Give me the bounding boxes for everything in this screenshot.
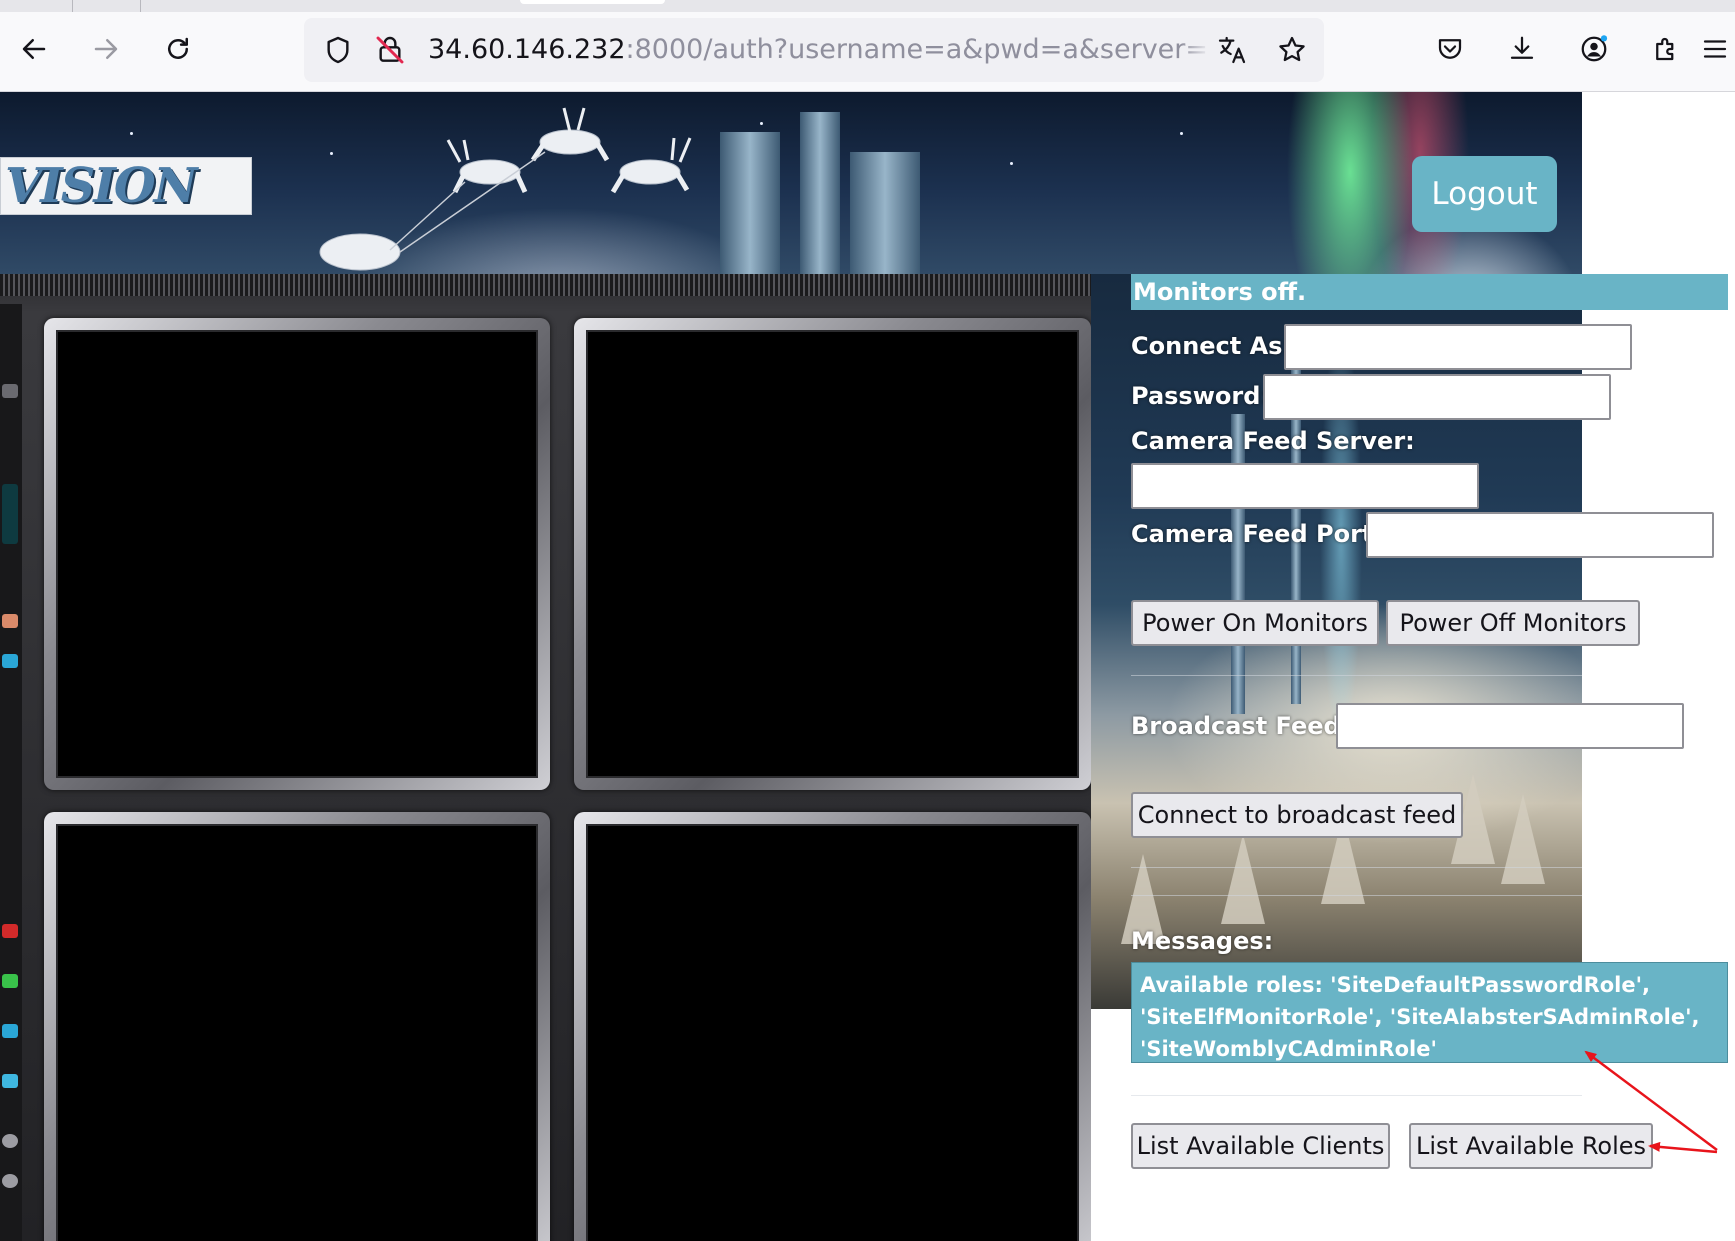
- monitor-screen-1: [44, 318, 550, 790]
- url-text[interactable]: 34.60.146.232:8000/auth?username=a&pwd=a…: [428, 33, 1208, 67]
- side-knob: [2, 1134, 18, 1148]
- shield-icon[interactable]: [322, 34, 354, 66]
- menu-icon: [1703, 40, 1727, 58]
- list-available-clients-button[interactable]: List Available Clients: [1131, 1123, 1390, 1169]
- camera-feed-server-label: Camera Feed Server:: [1131, 427, 1415, 455]
- menu-button[interactable]: [1700, 27, 1735, 71]
- side-button: [2, 924, 18, 938]
- futuristic-tower: [720, 132, 780, 274]
- side-button: [2, 974, 18, 988]
- side-button: [2, 654, 18, 668]
- monitor-display: [56, 824, 538, 1241]
- reload-button[interactable]: [156, 27, 200, 71]
- account-icon: [1581, 35, 1608, 62]
- connect-as-input[interactable]: [1284, 324, 1632, 370]
- camera-feed-server-input[interactable]: [1131, 463, 1479, 509]
- section-divider: [1131, 867, 1582, 868]
- site-logo: VISION: [0, 157, 252, 215]
- reindeer-sleigh-illustration: [319, 107, 692, 271]
- camera-feed-port-input[interactable]: [1366, 512, 1714, 558]
- url-path: :8000/auth?username=a&pwd=a&server=a: [625, 34, 1208, 65]
- broadcast-feed-label: Broadcast Feed:: [1131, 712, 1351, 740]
- logo-text: VISION: [5, 158, 197, 214]
- star: [760, 122, 763, 125]
- active-tab-indicator[interactable]: [520, 0, 665, 4]
- tab-strip: [0, 0, 1735, 12]
- spire: [1231, 414, 1245, 714]
- url-host: 34.60.146.232: [428, 34, 626, 65]
- monitor-display: [586, 330, 1079, 778]
- extensions-icon: [1656, 37, 1674, 61]
- logout-button[interactable]: Logout: [1412, 156, 1557, 232]
- list-available-roles-button[interactable]: List Available Roles: [1409, 1123, 1653, 1169]
- connect-broadcast-feed-button[interactable]: Connect to broadcast feed: [1131, 792, 1463, 838]
- side-knob: [2, 1174, 18, 1188]
- translate-icon[interactable]: [1216, 34, 1248, 66]
- section-divider: [1131, 675, 1582, 676]
- snowy-tree: [1501, 794, 1545, 884]
- monitor-wall: [0, 274, 1091, 1241]
- url-bar[interactable]: 34.60.146.232:8000/auth?username=a&pwd=a…: [304, 18, 1324, 82]
- control-strip: [0, 304, 22, 1241]
- broadcast-feed-input[interactable]: [1336, 703, 1684, 749]
- connect-as-label: Connect As:: [1131, 332, 1293, 360]
- reload-icon: [168, 37, 188, 59]
- monitor-screen-3: [44, 812, 550, 1241]
- url-fade: [1180, 39, 1210, 73]
- download-icon: [1510, 36, 1534, 59]
- pocket-icon: [1438, 39, 1462, 59]
- futuristic-tower: [800, 112, 840, 274]
- camera-feed-port-label: Camera Feed Port:: [1131, 520, 1383, 548]
- side-button: [2, 1024, 18, 1038]
- monitor-status-bar: Monitors off.: [1131, 274, 1728, 310]
- header-banner: VISION Logout: [0, 92, 1582, 274]
- snowy-tree: [1221, 834, 1265, 924]
- downloads-button[interactable]: [1500, 27, 1544, 71]
- side-button: [2, 1074, 18, 1088]
- forward-arrow-icon: [94, 39, 118, 59]
- section-divider: [1131, 895, 1582, 896]
- pocket-button[interactable]: [1428, 27, 1472, 71]
- navigation-toolbar: 34.60.146.232:8000/auth?username=a&pwd=a…: [0, 12, 1735, 92]
- account-button[interactable]: [1572, 27, 1616, 71]
- monitor-display: [56, 330, 538, 778]
- password-input[interactable]: [1263, 374, 1611, 420]
- extensions-button[interactable]: [1644, 27, 1688, 71]
- monitor-screen-4: [574, 812, 1091, 1241]
- section-divider: [1131, 1095, 1582, 1096]
- forward-button[interactable]: [84, 27, 128, 71]
- insecure-lock-icon[interactable]: [374, 34, 406, 66]
- futuristic-tower: [850, 152, 920, 274]
- monitor-screen-2: [574, 318, 1091, 790]
- star: [130, 132, 133, 135]
- star: [1010, 162, 1013, 165]
- tab-separator: [140, 0, 141, 12]
- side-display: [2, 484, 18, 544]
- power-on-monitors-button[interactable]: Power On Monitors: [1131, 600, 1379, 646]
- tab-separator: [72, 0, 73, 12]
- side-button: [2, 614, 18, 628]
- bookmark-star-icon[interactable]: [1276, 34, 1308, 66]
- messages-label: Messages:: [1131, 927, 1274, 955]
- back-arrow-icon: [22, 39, 46, 59]
- monitor-wall-grille: [0, 274, 1091, 296]
- back-button[interactable]: [12, 27, 56, 71]
- messages-output: Available roles: 'SiteDefaultPasswordRol…: [1131, 962, 1728, 1063]
- monitor-display: [586, 824, 1079, 1241]
- star: [1180, 132, 1183, 135]
- password-label: Password:: [1131, 382, 1270, 410]
- annotation-arrow-to-roles-button: [1648, 1141, 1718, 1154]
- power-off-monitors-button[interactable]: Power Off Monitors: [1386, 600, 1640, 646]
- page-content: VISION Logout Monitors off. Connect As: …: [0, 92, 1735, 1241]
- side-button: [2, 384, 18, 398]
